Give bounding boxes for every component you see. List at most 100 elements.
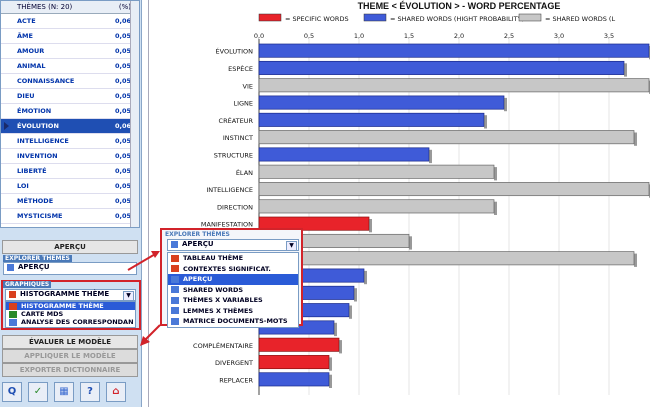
graphiques-select[interactable]: HISTOGRAMME THÈME ▼ <box>5 289 136 301</box>
histogram-color-icon <box>9 290 16 298</box>
theme-row[interactable]: INTELLIGENCE 0,05 <box>1 134 139 149</box>
bar-shadow <box>484 115 487 129</box>
grid-icon[interactable]: ▦ <box>54 382 74 402</box>
legend-label: = SHARED WORDS (L <box>545 15 615 23</box>
legend-swatch <box>518 13 542 22</box>
option-label: SHARED WORDS <box>183 285 244 294</box>
theme-row[interactable]: LOI 0,05 <box>1 179 139 194</box>
checklist-icon[interactable]: ✓ <box>28 382 48 402</box>
theme-row[interactable]: ACTE 0,06 <box>1 14 139 29</box>
option-label: CONTEXTES SIGNIFICAT. <box>183 264 271 273</box>
category-label: INSTINCT <box>223 134 253 142</box>
legend-label: = SHARED WORDS (HIGHT PROBABILITY) <box>390 15 524 23</box>
theme-row[interactable]: INVENTION 0,05 <box>1 149 139 164</box>
theme-name: CONNAISSANCE <box>17 77 75 85</box>
chevron-down-icon[interactable]: ▼ <box>123 291 134 301</box>
export-dictionary-button[interactable]: EXPORTER DICTIONNAIRE <box>2 363 138 377</box>
q-logo-icon[interactable]: Q <box>2 382 22 402</box>
bar-shadow <box>354 288 357 302</box>
theme-row[interactable]: ÂME 0,05 <box>1 29 139 44</box>
popup-chevron-down-icon[interactable]: ▼ <box>286 241 297 251</box>
category-label: REPLACER <box>219 376 253 384</box>
theme-row[interactable]: ÉVOLUTION 0,06 <box>1 119 139 134</box>
popup-option[interactable]: THÈMES X VARIABLES <box>168 295 298 306</box>
theme-name: DIEU <box>17 92 35 100</box>
popup-option[interactable]: SHARED WORDS <box>168 285 298 296</box>
themes-scrollbar[interactable] <box>130 1 139 227</box>
themes-table: THÈMES (N: 20) (%) ACTE 0,06 ÂME 0,05 AMOUR 0… <box>0 0 140 228</box>
category-label: ESPÈCE <box>228 64 253 73</box>
theme-row[interactable]: ANIMAL 0,05 <box>1 59 139 74</box>
theme-row[interactable]: CONNAISSANCE 0,05 <box>1 74 139 89</box>
option-color-icon <box>171 307 179 315</box>
popup-options-list: TABLEAU THÈME CONTEXTES SIGNIFICAT. APERÇU… <box>167 252 299 328</box>
theme-name: INVENTION <box>17 152 58 160</box>
theme-name: LIBERTÉ <box>17 167 47 175</box>
bar <box>258 372 330 387</box>
bar <box>258 199 495 214</box>
popup-select[interactable]: APERÇU ▼ <box>167 239 299 251</box>
legend-swatch <box>363 13 387 22</box>
apercu-button[interactable]: APERÇU <box>2 240 138 254</box>
theme-row[interactable]: MÉTHODE 0,05 <box>1 194 139 209</box>
option-color-icon <box>171 254 179 262</box>
theme-name: ÉMOTION <box>17 107 52 115</box>
evaluate-model-button[interactable]: ÉVALUER LE MODÈLE <box>2 335 138 349</box>
theme-row[interactable]: ÉMOTION 0,05 <box>1 104 139 119</box>
x-tick-label: 1,5 <box>404 32 414 40</box>
bar-shadow <box>494 167 497 181</box>
option-color-icon <box>171 317 179 325</box>
theme-name: INTELLIGENCE <box>17 137 69 145</box>
popup-group-label: EXPLORER THÈMES <box>165 231 230 238</box>
popup-option[interactable]: APERÇU <box>168 274 298 285</box>
popup-option[interactable]: TABLEAU THÈME <box>168 253 298 264</box>
theme-row[interactable]: OBLIGATION0,05 <box>1 224 139 227</box>
bar <box>258 43 650 58</box>
theme-name: OBLIGATION <box>1 224 91 227</box>
theme-row[interactable]: MYSTICISME 0,05 <box>1 209 139 224</box>
bar <box>258 147 430 162</box>
x-tick-label: 1,0 <box>354 32 364 40</box>
category-label: LIGNE <box>233 100 253 108</box>
bar-shadow <box>364 270 367 285</box>
tool-icon-bar: Q ✓ ▦ ? ⌂ <box>2 382 126 402</box>
popup-select-color-icon <box>171 240 178 248</box>
category-label: DIRECTION <box>217 203 253 211</box>
option-label: APERÇU <box>183 275 213 284</box>
home-icon[interactable]: ⌂ <box>106 382 126 402</box>
graphiques-option-correspondence[interactable]: ANALYSE DES CORRESPONDAN <box>6 318 135 326</box>
theme-name: MÉTHODE <box>17 197 54 205</box>
popup-option[interactable]: LEMMES X THÈMES <box>168 306 298 317</box>
left-panel: THÈMES (N: 20) (%) ACTE 0,06 ÂME 0,05 AMOUR 0… <box>0 0 142 407</box>
popup-option[interactable]: CONTEXTES SIGNIFICAT. <box>168 264 298 275</box>
explorer-selected-value: APERÇU <box>18 263 50 271</box>
graphiques-options-list: HISTOGRAMME THÈME CARTE MDS ANALYSE DES … <box>5 301 136 328</box>
help-icon[interactable]: ? <box>80 382 100 402</box>
popup-option[interactable]: MATRICE DOCUMENTS-MOTS <box>168 316 298 327</box>
bar-shadow <box>329 374 332 388</box>
apply-model-button[interactable]: APPLIQUER LE MODÈLE <box>2 349 138 363</box>
graphiques-selected-value: HISTOGRAMME THÈME <box>20 290 110 298</box>
option-color-icon <box>171 286 179 294</box>
bar <box>258 112 485 127</box>
word-percentage-chart: THEME < ÉVOLUTION > - WORD PERCENTAGE = S… <box>193 1 650 395</box>
graphiques-option-histogram[interactable]: HISTOGRAMME THÈME <box>6 302 135 310</box>
theme-name: ÂME <box>17 32 33 40</box>
bar <box>258 78 650 93</box>
bar-shadow <box>504 97 507 112</box>
category-label: COMPLÉMENTAIRE <box>193 341 253 350</box>
theme-row[interactable]: AMOUR 0,05 <box>1 44 139 59</box>
theme-row[interactable]: LIBERTÉ 0,05 <box>1 164 139 179</box>
graphiques-option-mds[interactable]: CARTE MDS <box>6 310 135 318</box>
theme-name: MYSTICISME <box>17 212 63 220</box>
theme-row[interactable]: DIEU 0,05 <box>1 89 139 104</box>
bar-shadow <box>339 340 342 354</box>
category-label: STRUCTURE <box>214 151 253 159</box>
theme-name: LOI <box>17 182 29 190</box>
x-tick-label: 2,5 <box>504 32 514 40</box>
bar <box>258 95 505 110</box>
legend-swatch <box>258 13 282 22</box>
option-label: TABLEAU THÈME <box>183 254 244 263</box>
explorer-themes-select[interactable]: APERÇU <box>3 262 137 275</box>
bar-shadow <box>369 219 372 233</box>
